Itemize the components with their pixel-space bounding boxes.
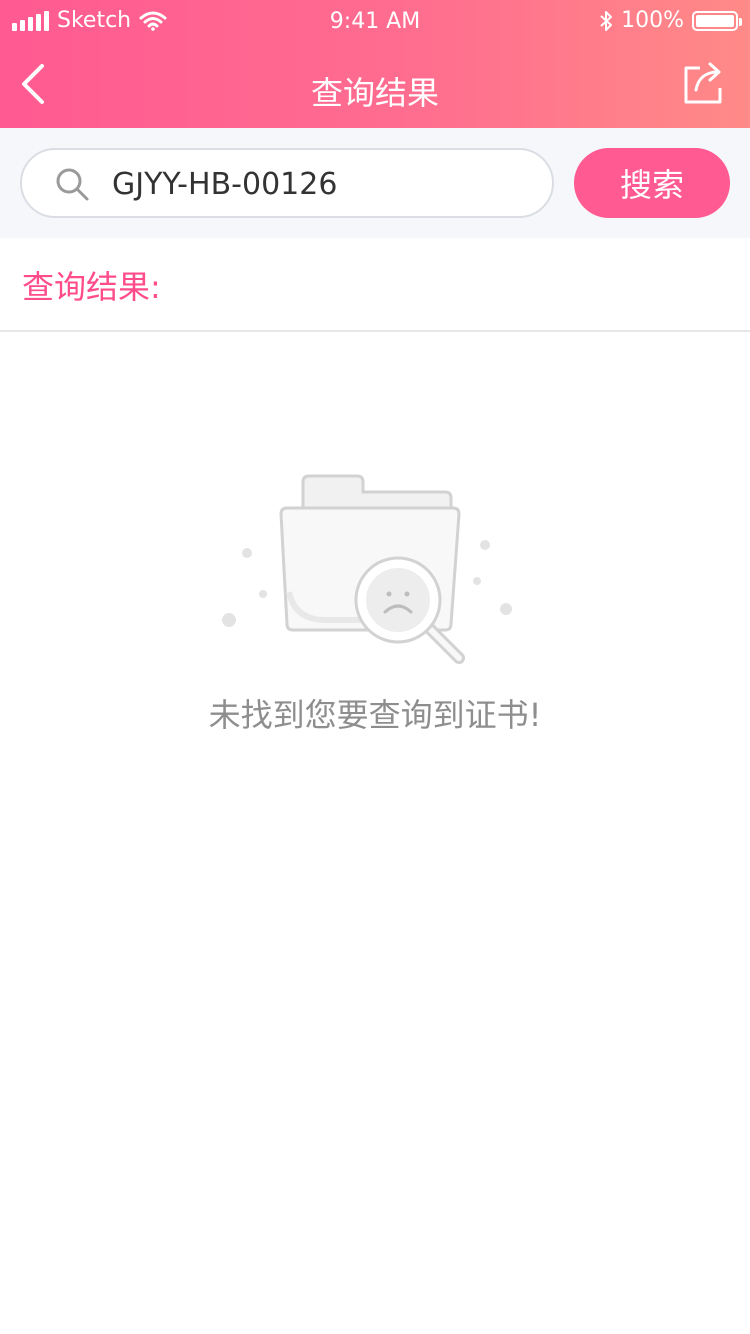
search-input[interactable] — [110, 160, 534, 208]
share-icon — [684, 62, 722, 104]
empty-state-message: 未找到您要查询到证书! — [208, 696, 542, 734]
empty-folder-illustration — [222, 474, 512, 664]
battery-percent: 100% — [621, 8, 684, 33]
search-button[interactable]: 搜索 — [574, 148, 730, 218]
top-bar: Sketch 9:41 AM 100% 查询结果 — [0, 0, 750, 128]
divider — [0, 330, 750, 332]
search-box[interactable] — [20, 148, 554, 218]
search-icon — [56, 168, 89, 201]
page-title: 查询结果 — [310, 74, 439, 112]
status-right: 100% — [599, 8, 742, 33]
status-bar: Sketch 9:41 AM 100% — [0, 0, 750, 44]
share-button[interactable] — [678, 60, 726, 108]
results-label: 查询结果: — [22, 268, 161, 306]
search-area: 搜索 — [0, 128, 750, 238]
battery-icon — [692, 10, 742, 31]
bluetooth-icon — [600, 10, 613, 31]
